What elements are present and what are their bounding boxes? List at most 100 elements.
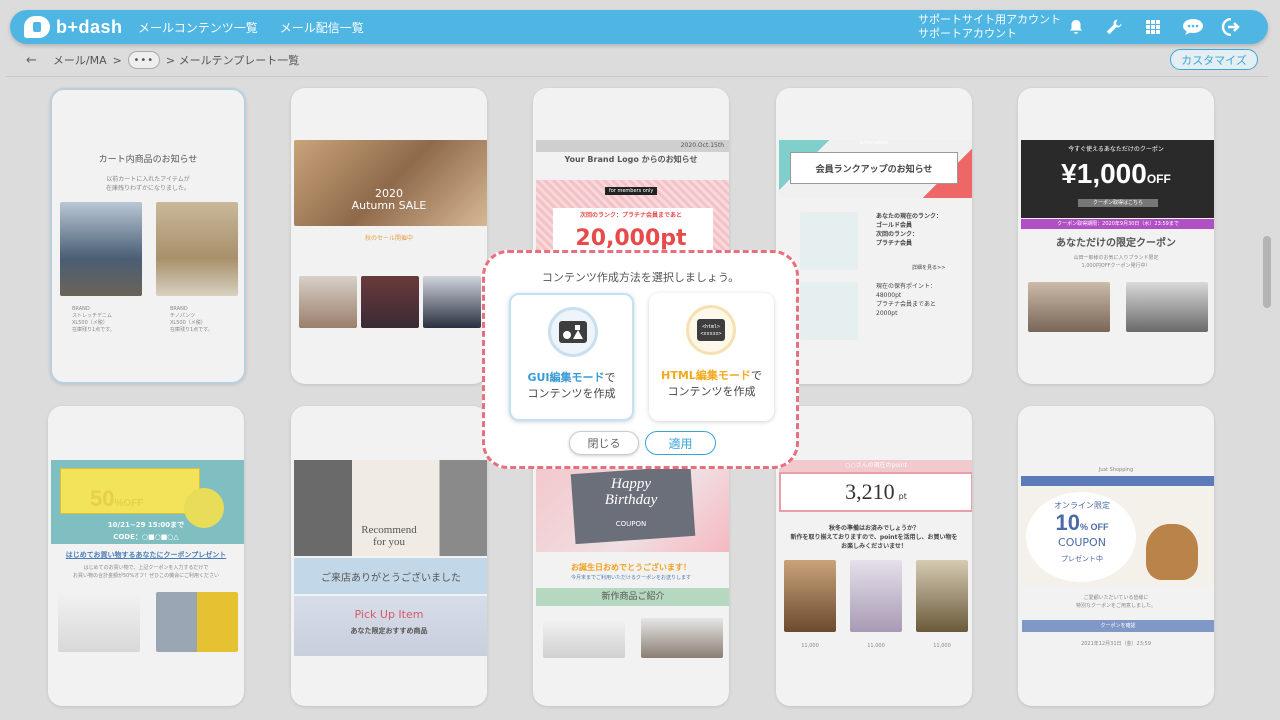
birthday-coupon: COUPON [615, 520, 647, 528]
coupon-word: COUPON [1058, 536, 1106, 549]
logo-mark [24, 16, 50, 38]
welcome-discount: 50%OFF [90, 486, 144, 511]
template-card-welcome-coupon[interactable]: WELCOME COUPON 50%OFF 10/21~29 15:00まで C… [48, 406, 244, 706]
rank-up-title: 会員ランクアップのお知らせ [790, 152, 958, 184]
top-nav-bar: b+dash メールコンテンツ一覧 メール配信一覧 サポートサイト用アカウント … [10, 10, 1268, 44]
coupon-amount: ¥1,000OFF [1061, 158, 1171, 189]
template-card-cart[interactable]: カート内商品のお知らせ 以前カートに入れたアイテムが 在庫残りわずかになりました… [50, 88, 246, 384]
template-card-10-off[interactable]: Just Shopping オンライン限定 10% OFF COUPON プレゼ… [1018, 406, 1214, 706]
gui-mode-icon [548, 307, 598, 357]
price: 11,000 [801, 643, 819, 649]
card-subtitle: 以前カートに入れたアイテムが 在庫残りわずかになりました。 [105, 176, 190, 192]
welcome-sub: はじめてのお買い物で、上記クーポンを入力するだけで お買い物の合計金額が50%オ… [72, 565, 220, 579]
product-info: BRAND チノパンツ XL500（メ税） 在庫残り1点です。 [170, 306, 213, 333]
template-card-points[interactable]: ○○さんの現在のpoint 3,210 pt 秋冬の準備はお済みでしょうか？ 新作… [776, 406, 972, 706]
grid-icon[interactable] [1144, 18, 1162, 36]
birthday-title: Happy Birthday [604, 476, 658, 508]
product-image [299, 276, 357, 328]
points-header: ○○さんの現在のpoint [779, 460, 972, 472]
product-image [543, 618, 625, 658]
account-sub: サポートアカウント [918, 27, 1017, 40]
pickup-sub: あなた限定おすすめ商品 [350, 627, 428, 635]
template-card-coupon-1000[interactable]: 今すぐ使えるあなただけのクーポン ¥1,000OFF クーポン取得はこちら クー… [1018, 88, 1214, 384]
logout-icon[interactable] [1220, 18, 1242, 36]
members-label: for members only [605, 187, 658, 195]
price: 11,000 [867, 643, 885, 649]
brand-logo-text: Your Brand Logo からのお知らせ [564, 155, 698, 164]
birthday-message: お誕生日おめでとうございます！ [571, 563, 691, 572]
wrench-icon[interactable] [1105, 18, 1123, 36]
shop-name: Just Shopping [1098, 467, 1134, 473]
info-label: information [859, 140, 889, 146]
product-image [784, 560, 836, 632]
account-name: サポートサイト用アカウント [918, 13, 1061, 26]
date-bar: 2020.Oct.15th [536, 140, 729, 152]
apply-button[interactable]: 適用 [645, 431, 716, 455]
product-image [361, 276, 419, 328]
back-arrow-icon[interactable]: ← [26, 53, 37, 68]
recommend-text: Recommend for you [361, 524, 417, 548]
detail-link[interactable]: 詳細を見る>> [912, 264, 945, 271]
template-card-autumn-sale[interactable]: 2020 Autumn SALE 秋のセール開催中 [291, 88, 487, 384]
product-image [423, 276, 481, 328]
nav-mail-delivery[interactable]: メール配信一覧 [280, 19, 364, 36]
product-image [156, 592, 238, 652]
product-image [916, 560, 968, 632]
product-image [60, 202, 142, 296]
shop-strip [1021, 476, 1214, 486]
price: 11,000 [933, 643, 951, 649]
points-details: 現在の保有ポイント： 48000pt プラチナ会員まであと 2000pt [876, 283, 937, 317]
pickup-title: Pick Up Item [354, 608, 424, 621]
svg-text:<html>: <html> [702, 324, 720, 330]
customize-button[interactable]: カスタマイズ [1170, 49, 1258, 70]
product-image [58, 592, 140, 652]
points-box: 3,210 pt [779, 472, 972, 512]
gui-edit-mode-option[interactable]: GUI編集モードで コンテンツを作成 [509, 293, 634, 421]
birthday-sub: 今月末までご利用いただけるクーポンをお送りします [570, 575, 691, 581]
coupon-desc: ご愛顧いただいている皆様に 特別なクーポンをご用意しました。 [1075, 595, 1156, 609]
template-card-recommend[interactable]: Recommend for you ご来店ありがとうございました Pick Up… [291, 406, 487, 706]
sale-subtitle: 秋のセール開催中 [364, 235, 413, 242]
breadcrumb-current: > メールテンプレート一覧 [165, 54, 300, 67]
template-card-rank-up[interactable]: information 会員ランクアップのお知らせ あなたの現在のランク： ゴー… [776, 88, 972, 384]
html-mode-icon: <html> <xxxxx> [686, 305, 736, 355]
sale-banner-text: 2020 Autumn SALE [351, 187, 427, 212]
new-items-heading: 新作商品ご紹介 [536, 588, 729, 606]
nav-mail-contents[interactable]: メールコンテンツ一覧 [138, 19, 258, 36]
gui-option-text: GUI編集モードで コンテンツを作成 [527, 371, 616, 400]
app-logo[interactable]: b+dash [24, 15, 123, 39]
welcome-date: 10/21~29 15:00まで [107, 521, 185, 529]
breadcrumb-mail-ma[interactable]: メール/MA [53, 52, 107, 68]
coupon-check-button[interactable]: クーポンを確認 [1022, 620, 1214, 632]
breadcrumb-separator: > [112, 53, 122, 67]
present-label: プレゼント中 [1061, 555, 1103, 563]
coupon-get-link[interactable]: クーポン取得はこちら [1078, 199, 1158, 207]
coupon-deadline: クーポン取得期限：2020年9月30日（水）23:59まで [1021, 219, 1214, 229]
breadcrumb: ← メール/MA > ••• > メールテンプレート一覧 [26, 50, 299, 70]
divider [6, 76, 1268, 77]
close-button[interactable]: 閉じる [569, 431, 639, 455]
html-option-text: HTML編集モードで コンテンツを作成 [661, 369, 762, 398]
product-image [1126, 282, 1208, 332]
bear-icon [1146, 524, 1198, 580]
product-image [156, 202, 238, 296]
bell-icon[interactable] [1067, 18, 1085, 36]
scrollbar-thumb[interactable] [1263, 236, 1271, 308]
product-image [850, 560, 902, 632]
main-nav: メールコンテンツ一覧 メール配信一覧 [138, 10, 386, 44]
html-edit-mode-option[interactable]: <html> <xxxxx> HTML編集モードで コンテンツを作成 [649, 293, 774, 421]
chat-icon[interactable] [1182, 18, 1204, 36]
account-info[interactable]: サポートサイト用アカウント サポートアカウント [918, 13, 1061, 41]
welcome-code: CODE：○■○■○△ [113, 533, 179, 541]
modal-title: コンテンツ作成方法を選択しましょう。 [541, 271, 740, 284]
card-title: カート内商品のお知らせ [98, 155, 198, 165]
banner-image [294, 140, 487, 226]
rank-text: 次回のランク：プラチナ会員まであと [580, 212, 682, 219]
logo-text: b+dash [56, 16, 123, 37]
product-image [641, 618, 723, 658]
product-info: BRAND ストレッチデニム XL500（メ税） 在庫残り1点です。 [72, 306, 115, 333]
svg-text:<xxxxx>: <xxxxx> [700, 331, 721, 337]
breadcrumb-more-button[interactable]: ••• [127, 51, 160, 69]
diamond-icon [800, 212, 858, 270]
thanks-text: ご来店ありがとうございました [294, 558, 487, 594]
